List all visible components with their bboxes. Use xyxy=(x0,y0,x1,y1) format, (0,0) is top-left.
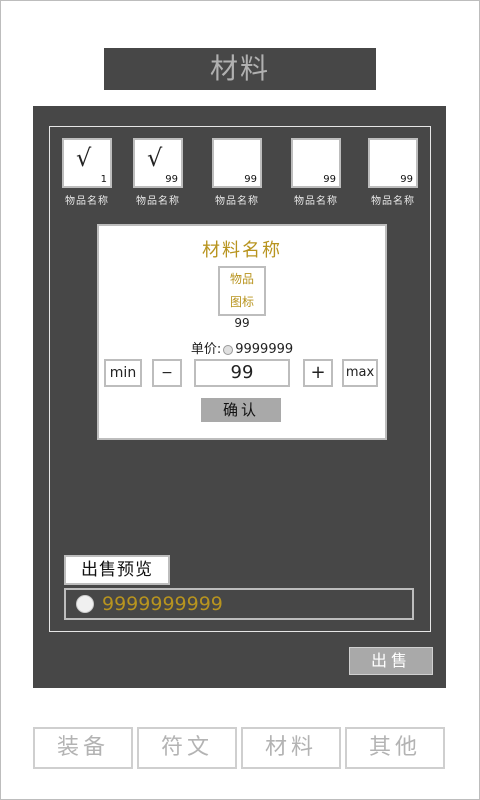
item-name: 物品名称 xyxy=(371,196,415,207)
item-count: 99 xyxy=(244,174,257,185)
min-button[interactable]: min xyxy=(104,359,142,387)
item-name: 物品名称 xyxy=(294,196,338,207)
sell-preview-button[interactable]: 出售预览 xyxy=(64,555,170,585)
tab-other[interactable]: 其他 xyxy=(345,727,445,769)
total-price-value: 9999999999 xyxy=(102,593,223,615)
item-icon: 物品 图标 xyxy=(218,266,266,316)
tab-rune[interactable]: 符文 xyxy=(137,727,237,769)
item-slot-4[interactable]: 99 xyxy=(291,138,341,188)
item-count: 99 xyxy=(323,174,336,185)
max-button[interactable]: max xyxy=(342,359,378,387)
item-name: 物品名称 xyxy=(65,196,109,207)
item-slot-5[interactable]: 99 xyxy=(368,138,418,188)
item-slot-3[interactable]: 99 xyxy=(212,138,262,188)
unit-price-label: 单价: xyxy=(190,342,222,357)
item-icon-text-1: 物品 xyxy=(229,272,254,286)
coin-icon xyxy=(223,344,234,355)
item-count: 99 xyxy=(165,174,178,185)
unit-price-row: 单价: 9999999 xyxy=(99,338,385,357)
item-slot-1[interactable]: √ 1 xyxy=(62,138,112,188)
item-count: 99 xyxy=(400,174,413,185)
dialog-title: 材料名称 xyxy=(202,240,282,261)
item-name: 物品名称 xyxy=(136,196,180,207)
check-icon: √ xyxy=(76,144,92,172)
quantity-field[interactable]: 99 xyxy=(194,359,290,387)
confirm-button[interactable]: 确认 xyxy=(201,398,281,422)
minus-button[interactable]: − xyxy=(152,359,182,387)
item-stock-count: 99 xyxy=(234,316,250,330)
item-icon-text-2: 图标 xyxy=(229,295,254,309)
page-title: 材料 xyxy=(104,48,376,90)
item-count: 1 xyxy=(100,174,107,185)
item-slot-2[interactable]: √ 99 xyxy=(133,138,183,188)
total-price-box: 9999999999 xyxy=(64,588,414,620)
plus-button[interactable]: + xyxy=(303,359,333,387)
sell-quantity-dialog: 材料名称 物品 图标 99 单价: 9999999 min − 99 + max … xyxy=(97,224,387,440)
sell-button[interactable]: 出售 xyxy=(349,647,433,675)
item-name: 物品名称 xyxy=(215,196,259,207)
coin-icon xyxy=(76,595,94,613)
check-icon: √ xyxy=(147,144,163,172)
tab-material[interactable]: 材料 xyxy=(241,727,341,769)
tab-equipment[interactable]: 装备 xyxy=(33,727,133,769)
unit-price-value: 9999999 xyxy=(235,342,294,357)
